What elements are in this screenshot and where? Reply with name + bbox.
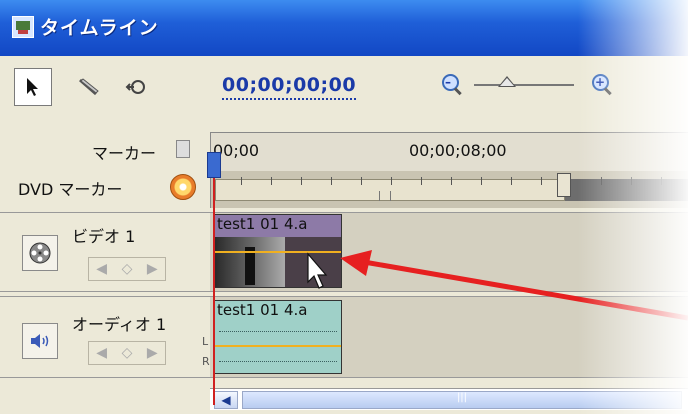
annotation-arrow: [307, 250, 688, 321]
timeline-window: タイムライン 00;00;00;00 – + マーカー DVD マーカー 00;…: [0, 0, 688, 414]
mouse-cursor-icon: [307, 252, 328, 289]
